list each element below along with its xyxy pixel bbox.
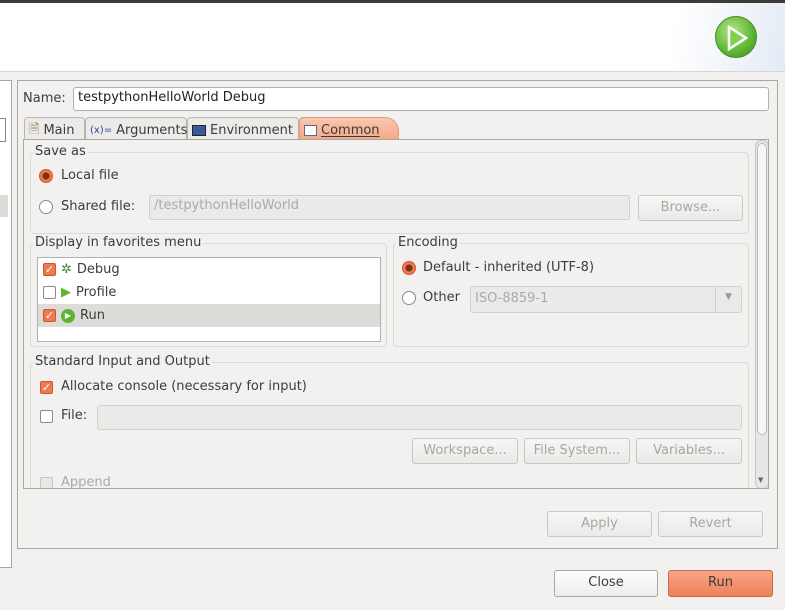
bug-icon: ✲	[61, 262, 72, 277]
debug-checkbox[interactable]: ✓	[43, 263, 56, 276]
append-checkbox[interactable]	[40, 477, 53, 488]
selected-tree-item[interactable]	[0, 195, 8, 217]
file-checkbox[interactable]	[40, 410, 53, 423]
local-file-label: Local file	[61, 168, 119, 183]
std-io-title: Standard Input and Output	[33, 354, 212, 369]
name-label: Name:	[23, 91, 66, 106]
default-encoding-label: Default - inherited (UTF-8)	[423, 260, 595, 275]
file-input[interactable]	[97, 405, 742, 430]
profile-icon: ▶	[61, 285, 71, 300]
favorite-profile[interactable]: ▶ Profile	[38, 281, 380, 304]
favorite-label: Debug	[76, 262, 120, 277]
append-label: Append	[61, 475, 111, 489]
tab-label: Common	[321, 123, 380, 138]
favorite-debug[interactable]: ✓ ✲ Debug	[38, 258, 380, 281]
tab-label: Main	[43, 123, 75, 138]
tab-main[interactable]: 🗎 Main	[24, 117, 85, 140]
shared-file-radio[interactable]	[39, 200, 53, 214]
profile-checkbox[interactable]	[43, 286, 56, 299]
favorite-label: Profile	[76, 285, 117, 300]
file-label: File:	[61, 408, 88, 423]
name-input[interactable]: testpythonHelloWorld Debug	[73, 87, 769, 111]
chevron-down-icon: ▼	[715, 287, 741, 312]
close-button[interactable]: Close	[554, 570, 658, 597]
vertical-scrollbar[interactable]: ▼	[755, 140, 768, 488]
revert-button[interactable]: Revert	[658, 511, 763, 537]
favorite-run[interactable]: ✓ ▶ Run	[38, 304, 380, 327]
table-icon	[304, 125, 317, 136]
tab-common[interactable]: Common	[299, 117, 399, 140]
local-file-radio[interactable]	[39, 169, 53, 183]
run-button[interactable]: Run	[668, 570, 773, 597]
run-logo-icon	[715, 16, 757, 58]
tab-environment[interactable]: Environment	[187, 117, 299, 140]
scrollbar-thumb[interactable]	[757, 143, 767, 435]
allocate-console-label: Allocate console (necessary for input)	[61, 379, 307, 394]
save-as-title: Save as	[33, 144, 88, 159]
encoding-title: Encoding	[396, 235, 460, 250]
dialog-header	[0, 3, 785, 72]
browse-button[interactable]: Browse...	[638, 195, 743, 221]
default-encoding-radio[interactable]	[402, 261, 416, 275]
other-encoding-select[interactable]: ISO-8859-1 ▼	[470, 286, 742, 313]
common-tab-content: Save as Local file Shared file: /testpyt…	[23, 139, 769, 489]
shared-file-label: Shared file:	[61, 199, 136, 214]
environment-icon	[192, 125, 206, 136]
file-system-button[interactable]: File System...	[524, 438, 630, 464]
other-encoding-value: ISO-8859-1	[475, 291, 549, 306]
filter-input[interactable]	[0, 118, 6, 142]
favorites-list[interactable]: ✓ ✲ Debug ▶ Profile ✓ ▶ Run	[37, 257, 381, 342]
workspace-button[interactable]: Workspace...	[412, 438, 518, 464]
run-icon: ▶	[61, 308, 75, 323]
variables-button[interactable]: Variables...	[636, 438, 742, 464]
favorite-label: Run	[80, 308, 105, 323]
other-encoding-radio[interactable]	[402, 291, 416, 305]
favorites-title: Display in favorites menu	[33, 235, 204, 250]
apply-button[interactable]: Apply	[547, 511, 652, 537]
allocate-console-checkbox[interactable]: ✓	[40, 381, 53, 394]
other-encoding-label: Other	[423, 290, 460, 305]
scroll-down-arrow-icon[interactable]: ▼	[758, 476, 763, 484]
tab-label: Environment	[210, 123, 294, 138]
run-checkbox[interactable]: ✓	[43, 309, 56, 322]
save-as-group	[30, 152, 749, 234]
shared-file-input[interactable]: /testpythonHelloWorld	[149, 195, 630, 220]
tab-arguments[interactable]: (x)= Arguments	[85, 117, 187, 140]
tab-label: Arguments	[116, 123, 188, 138]
configuration-tree-panel[interactable]	[0, 80, 12, 568]
variables-icon: (x)=	[90, 125, 113, 136]
